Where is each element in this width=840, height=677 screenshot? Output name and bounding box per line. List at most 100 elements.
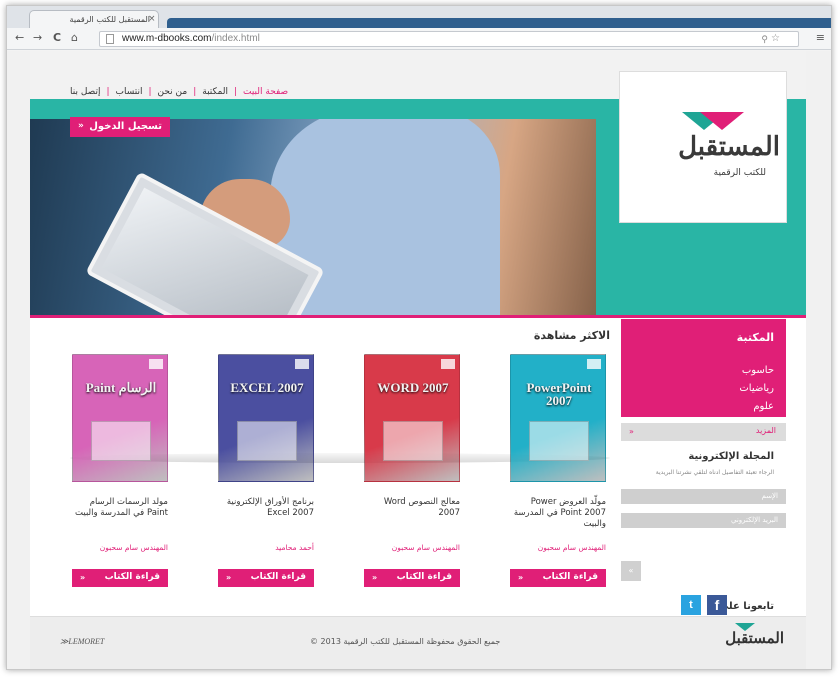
browser-tab[interactable]: المستقبل للكتب الرقمية × (29, 10, 159, 28)
nav-separator: | (233, 87, 237, 97)
logo-mark-icon (735, 623, 756, 631)
home-icon[interactable]: ⌂ (71, 31, 78, 44)
book-cover-image: WORD 2007 (364, 354, 460, 482)
footer-logo[interactable]: المستقبل (725, 623, 784, 647)
read-label: قراءة الكتاب (104, 572, 160, 582)
address-bar[interactable]: www.m-dbooks.com/index.html ⚲ ☆ (99, 31, 799, 47)
read-label: قراءة الكتاب (542, 572, 598, 582)
nav-home[interactable]: صفحة البيت (239, 87, 292, 97)
publisher-mark-icon (149, 359, 163, 369)
book-author: المهندس سام سحبون (391, 543, 460, 552)
cover-title: PowerPoint 2007 (526, 380, 592, 408)
section-title: الاكثر مشاهدة (533, 329, 610, 342)
facebook-icon[interactable]: f (707, 595, 727, 615)
designer-credit[interactable]: ≫LEMORET (60, 637, 104, 646)
tab-title: المستقبل للكتب الرقمية (69, 15, 150, 24)
read-label: قراءة الكتاب (250, 572, 306, 582)
library-item-science[interactable]: علوم (753, 401, 774, 412)
arrow-icon: « (372, 573, 378, 582)
nav-about[interactable]: من نحن (154, 87, 192, 97)
login-label: تسجيل الدخول (89, 121, 162, 132)
arrow-icon: « (226, 573, 232, 582)
more-label: المزيد (755, 426, 776, 435)
book-cover-image: EXCEL 2007 (218, 354, 314, 482)
footer-logo-text: المستقبل (725, 629, 784, 647)
read-book-button[interactable]: قراءة الكتاب « (72, 569, 168, 587)
book-cover[interactable]: PowerPoint 2007 (510, 354, 606, 482)
cover-illustration (237, 421, 297, 461)
nav-separator: | (106, 87, 110, 97)
cover-illustration (529, 421, 589, 461)
publisher-mark-icon (441, 359, 455, 369)
library-heading: المكتبة (621, 319, 786, 357)
arrow-icon: « (629, 427, 634, 436)
logo-subtitle: للكتب الرقمية (713, 168, 766, 178)
cover-title: EXCEL 2007 (230, 380, 304, 395)
browser-window: المستقبل للكتب الرقمية × ← → C ⌂ www.m-d… (6, 5, 832, 670)
publisher-mark-icon (295, 359, 309, 369)
menu-icon[interactable]: ≡ (816, 31, 825, 44)
book-author: المهندس سام سحبون (537, 543, 606, 552)
web-page: صفحة البيت|المكتبة|من نحن|انتساب|إتصل بن… (7, 51, 831, 669)
nav-join[interactable]: انتساب (112, 87, 147, 97)
library-item-math[interactable]: رياضيات (739, 383, 774, 394)
arrow-icon: « (78, 121, 84, 131)
read-book-button[interactable]: قراءة الكتاب « (510, 569, 606, 587)
logo-text: المستقبل (678, 132, 780, 162)
bookmark-star-icon[interactable]: ☆ (771, 33, 780, 44)
arrow-icon: « (80, 573, 86, 582)
book-cover-image: PowerPoint 2007 (510, 354, 606, 482)
name-input[interactable]: الإسم (621, 489, 786, 504)
book-cover[interactable]: Paint الرسام (72, 354, 168, 482)
pink-divider (30, 315, 806, 318)
magazine-title: المجلة الإلكترونية (688, 451, 774, 462)
nav-links: صفحة البيت|المكتبة|من نحن|انتساب|إتصل بن… (66, 87, 292, 97)
book-title[interactable]: برنامج الأوراق الإلكترونية Excel 2007 (218, 497, 314, 519)
nav-separator: | (148, 87, 152, 97)
browser-toolbar: ← → C ⌂ www.m-dbooks.com/index.html ⚲ ☆ … (7, 28, 831, 50)
read-book-button[interactable]: قراءة الكتاب « (218, 569, 314, 587)
book-title[interactable]: مولّد العروض Power Point 2007 في المدرسة… (510, 497, 606, 530)
nav-contact[interactable]: إتصل بنا (66, 87, 104, 97)
cover-illustration (383, 421, 443, 461)
book-title[interactable]: مولد الرسمات الرسام Paint في المدرسة وال… (72, 497, 168, 519)
site-container: صفحة البيت|المكتبة|من نحن|انتساب|إتصل بن… (30, 51, 806, 669)
most-viewed-section: الاكثر مشاهدة PowerPoint 2007 مولّد العر… (70, 319, 610, 609)
url-path: /index.html (211, 33, 260, 44)
footer: المستقبل جميع الحقوق محفوظة المستقبل للك… (30, 616, 806, 669)
tab-strip: المستقبل للكتب الرقمية × (7, 6, 831, 28)
tab-close-icon[interactable]: × (148, 14, 156, 24)
login-button[interactable]: تسجيل الدخول « (70, 117, 170, 137)
zoom-icon[interactable]: ⚲ (761, 34, 768, 45)
book-cover[interactable]: EXCEL 2007 (218, 354, 314, 482)
book-cover-image: Paint الرسام (72, 354, 168, 482)
twitter-icon[interactable]: t (681, 595, 701, 615)
sidebar: المكتبة حاسوب رياضيات علوم المزيد « المج… (621, 319, 786, 615)
copyright-text: جميع الحقوق محفوظة المستقبل للكتب الرقمي… (310, 637, 501, 646)
nav-library[interactable]: المكتبة (198, 87, 232, 97)
site-logo[interactable]: المستقبل للكتب الرقمية (619, 71, 787, 223)
follow-us-label: تابعونا على (718, 601, 774, 612)
read-book-button[interactable]: قراءة الكتاب « (364, 569, 460, 587)
cover-title: WORD 2007 (377, 380, 449, 395)
email-input[interactable]: البريد الإلكتروني (621, 513, 786, 528)
book-cover[interactable]: WORD 2007 (364, 354, 460, 482)
cover-title: Paint الرسام (85, 380, 157, 395)
back-arrow-icon[interactable]: ← (15, 31, 24, 44)
book-author: المهندس سام سحبون (99, 543, 168, 552)
tab-strip-accent (167, 18, 831, 28)
url-host: www.m-dbooks.com (122, 33, 212, 44)
reload-icon[interactable]: C (53, 31, 61, 44)
more-button[interactable]: المزيد « (621, 423, 786, 441)
book-title[interactable]: معالج النصوص Word 2007 (364, 497, 460, 519)
page-icon (106, 34, 114, 44)
publisher-mark-icon (587, 359, 601, 369)
read-label: قراءة الكتاب (396, 572, 452, 582)
library-item-computer[interactable]: حاسوب (742, 365, 774, 376)
library-list: حاسوب رياضيات علوم (621, 357, 786, 417)
subscribe-button[interactable]: « (621, 561, 641, 581)
magazine-description: الرجاء تعبئة التفاصيل ادناه لتلقي نشرتنا… (655, 469, 774, 476)
forward-arrow-icon[interactable]: → (33, 31, 42, 44)
logo-mark-pink-icon (700, 112, 744, 130)
book-author: أحمد محاميد (275, 543, 314, 552)
